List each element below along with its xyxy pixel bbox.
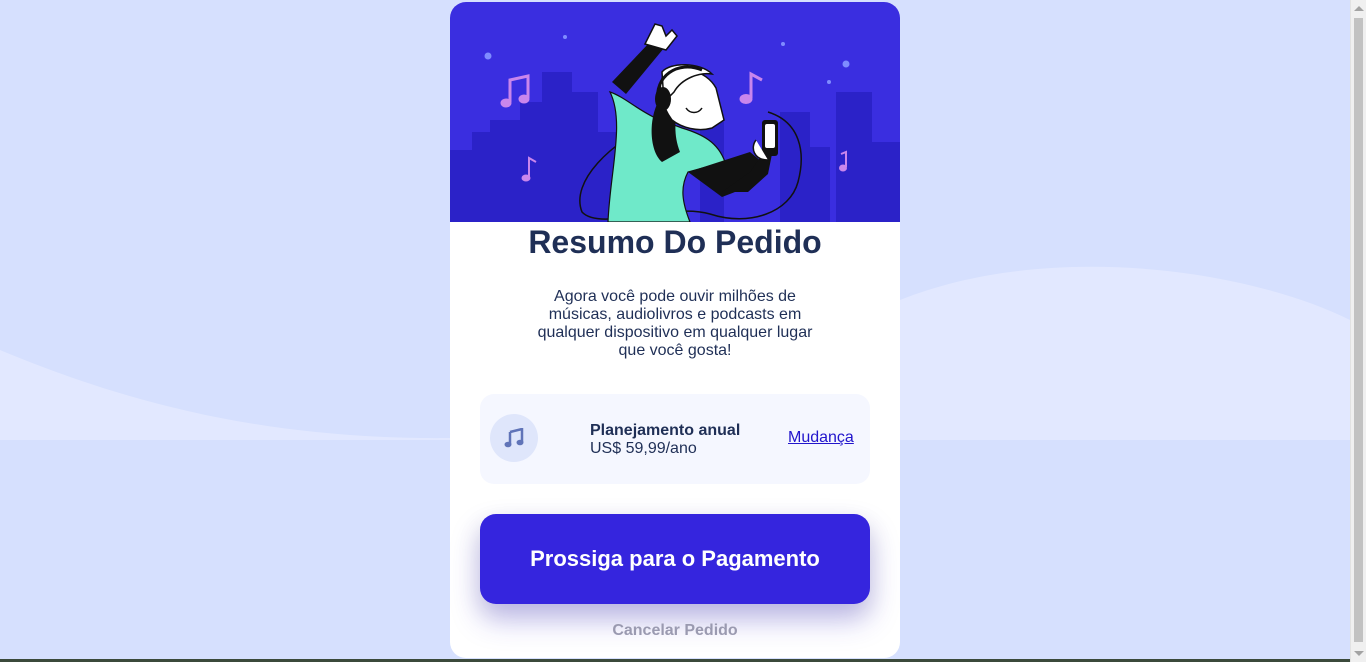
scroll-down-icon[interactable] xyxy=(1354,651,1364,656)
order-summary-card: Resumo Do Pedido Agora você pode ouvir m… xyxy=(450,2,900,658)
summary-description: Agora você pode ouvir milhões de músicas… xyxy=(537,288,813,359)
music-note-icon xyxy=(490,414,538,462)
scrollbar-thumb[interactable] xyxy=(1354,18,1363,642)
scroll-up-icon[interactable] xyxy=(1354,6,1364,11)
hero-illustration xyxy=(450,2,900,222)
cancel-order-button[interactable]: Cancelar Pedido xyxy=(450,622,900,640)
plan-price: US$ 59,99/ano xyxy=(590,440,697,457)
vertical-scrollbar[interactable] xyxy=(1350,0,1366,662)
page-title: Resumo Do Pedido xyxy=(528,224,822,260)
proceed-to-payment-button[interactable]: Prossiga para o Pagamento xyxy=(480,514,870,604)
plan-name: Planejamento anual xyxy=(590,422,741,439)
plan-box: Planejamento anual US$ 59,99/ano Mudança xyxy=(480,394,870,484)
change-plan-link[interactable]: Mudança xyxy=(788,429,854,447)
